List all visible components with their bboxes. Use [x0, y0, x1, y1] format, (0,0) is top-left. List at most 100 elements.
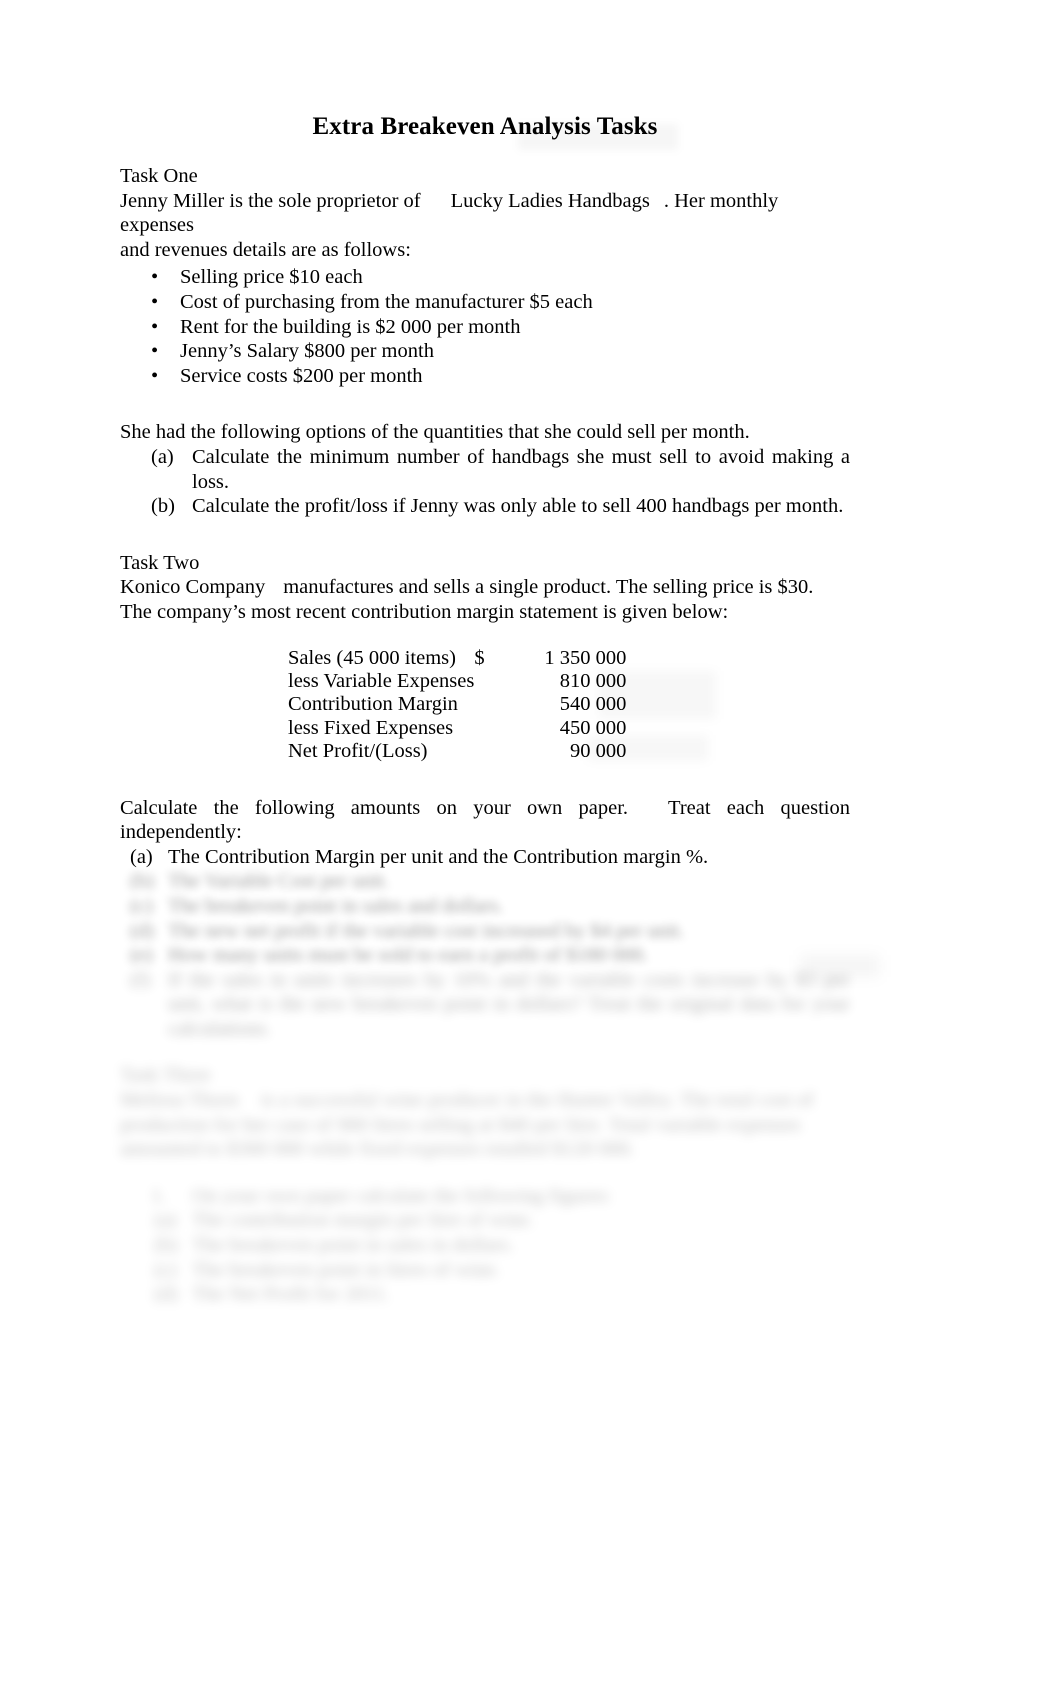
list-item: (c) The breakeven point in litres of win…	[120, 1258, 850, 1283]
statement-row-currency	[474, 717, 508, 740]
list-item-marker: (e)	[130, 944, 153, 967]
task-two-instruction-part1: Calculate the following amounts on your …	[120, 796, 629, 819]
task-two-intro-line2: The company’s most recent contribution m…	[120, 600, 729, 623]
list-item-label: On your own paper calculate the followin…	[192, 1184, 612, 1207]
list-item-marker: (a)	[130, 845, 153, 868]
bullet-icon: •	[151, 340, 159, 363]
statement-row-amount: 540 000	[559, 693, 627, 716]
page-title-text: Extra Breakeven Analysis Tasks	[312, 113, 658, 140]
task-one-intro-part1: Jenny Miller is the sole proprietor of	[120, 189, 421, 212]
statement-table: Sales (45 000 items) $ 1 350 000 less Va…	[288, 647, 626, 764]
list-item: (f) If the sales in units increases by 1…	[120, 968, 850, 1042]
list-item: (b) Calculate the profit/loss if Jenny w…	[120, 494, 850, 519]
statement-row-label: less Fixed Expenses	[288, 716, 454, 739]
list-item-label: The breakeven point in litres of wine.	[192, 1258, 500, 1281]
list-item: (d) The Net Profit for 2011.	[120, 1282, 850, 1307]
page-title: Extra Breakeven Analysis Tasks	[120, 112, 850, 142]
contribution-margin-statement: Sales (45 000 items) $ 1 350 000 less Va…	[120, 647, 850, 764]
task-three-section: Task Three Melissa Thorn is a successful …	[120, 1063, 850, 1306]
document-page: Extra Breakeven Analysis Tasks Task One …	[0, 0, 1062, 1691]
list-item-marker: (d)	[154, 1283, 178, 1306]
task-two-section: Task Two Konico Company manufactures and …	[120, 551, 850, 1042]
task-two-heading: Task Two	[120, 551, 200, 574]
list-item-label: The Variable Cost per unit.	[168, 870, 390, 893]
statement-row-amount: 90 000	[569, 740, 627, 763]
list-item: 1. On your own paper calculate the follo…	[120, 1184, 850, 1209]
list-item-label: Calculate the profit/loss if Jenny was o…	[192, 495, 844, 518]
list-item-marker: (a)	[154, 1209, 177, 1232]
list-item-marker: (b)	[154, 1234, 178, 1257]
list-item-marker: 1.	[151, 1184, 167, 1207]
task-three-intro-line1: Melissa Thorn is a successful wine produc…	[120, 1088, 850, 1113]
statement-row-currency	[474, 670, 508, 693]
list-item: • Selling price $10 each	[120, 265, 850, 290]
list-item-label: The breakeven point in sales in dollars.	[192, 1234, 514, 1257]
table-row: Net Profit/(Loss) 90 000	[288, 740, 626, 763]
task-two-intro-part2: manufactures and sells a single product.…	[283, 576, 814, 599]
task-one-options-line: She had the following options of the qua…	[120, 421, 750, 444]
task-three-question-list: 1. On your own paper calculate the follo…	[120, 1184, 850, 1307]
list-item: (c) The breakeven point in sales and dol…	[120, 894, 850, 919]
list-item-label: Rent for the building is $2 000 per mont…	[180, 315, 521, 338]
task-one-question-list: (a) Calculate the minimum number of hand…	[120, 445, 850, 519]
list-item-label: The contribution margin per litre of win…	[192, 1209, 534, 1232]
table-row: Sales (45 000 items) $ 1 350 000	[288, 647, 626, 670]
list-item: • Cost of purchasing from the manufactur…	[120, 290, 850, 315]
list-item-label: Cost of purchasing from the manufacturer…	[180, 290, 593, 313]
list-item: (b) The breakeven point in sales in doll…	[120, 1233, 850, 1258]
list-item-label: Jenny’s Salary $800 per month	[180, 340, 434, 363]
task-one-bullet-list: • Selling price $10 each • Cost of purch…	[120, 265, 850, 388]
bullet-icon: •	[151, 364, 159, 387]
task-three-heading: Task Three	[120, 1064, 211, 1087]
list-item-label: If the sales in units increases by 10% a…	[168, 968, 850, 1040]
bullet-icon: •	[151, 315, 159, 338]
table-row: less Fixed Expenses 450 000	[288, 717, 626, 740]
list-item-marker: (b)	[130, 870, 154, 893]
list-item-label: How many units must be sold to earn a pr…	[168, 944, 648, 967]
task-two-instruction-line1: Calculate the following amounts on your …	[120, 796, 850, 821]
statement-row-currency	[474, 740, 508, 763]
statement-row-label: less Variable Expenses	[288, 669, 475, 692]
list-item-marker: (d)	[130, 919, 154, 942]
business-name: Lucky Ladies Handbags	[450, 189, 650, 212]
list-item-marker: (c)	[130, 894, 153, 917]
statement-row-amount: 810 000	[559, 669, 627, 692]
producer-name: Melissa Thorn	[120, 1089, 239, 1112]
list-item-label: The Net Profit for 2011.	[192, 1283, 390, 1306]
bullet-icon: •	[151, 290, 159, 313]
task-one-intro-line2: and revenues details are as follows:	[120, 238, 411, 261]
list-item: (d) The new net profit if the variable c…	[120, 919, 850, 944]
statement-row-amount: 450 000	[559, 716, 627, 739]
list-item-marker: (f)	[130, 968, 151, 991]
statement-row-currency	[474, 693, 508, 716]
list-item: • Rent for the building is $2 000 per mo…	[120, 315, 850, 340]
list-item: (e) How many units must be sold to earn …	[120, 943, 850, 968]
list-item: • Service costs $200 per month	[120, 364, 850, 389]
list-item-marker: (a)	[151, 445, 174, 468]
statement-row-label: Net Profit/(Loss)	[288, 740, 428, 763]
task-two-question-list: (a) The Contribution Margin per unit and…	[120, 845, 850, 1042]
company-name: Konico Company	[120, 576, 266, 599]
statement-row-amount: 1 350 000	[544, 646, 627, 669]
task-three-intro-line2: production for her case of 900 litres se…	[120, 1113, 801, 1136]
list-item-marker: (b)	[151, 495, 175, 518]
list-item: (a) The contribution margin per litre of…	[120, 1208, 850, 1233]
task-three-intro-part2: is a successful wine producer in the Hun…	[260, 1089, 814, 1112]
task-one-section: Task One Jenny Miller is the sole propri…	[120, 164, 850, 519]
list-item-label: Selling price $10 each	[180, 266, 363, 289]
document-body: Extra Breakeven Analysis Tasks Task One …	[120, 112, 850, 1307]
statement-row-label: Sales (45 000 items)	[288, 646, 456, 669]
list-item-label: Calculate the minimum number of handbags…	[192, 445, 850, 493]
list-item: • Jenny’s Salary $800 per month	[120, 339, 850, 364]
list-item-label: The new net profit if the variable cost …	[168, 919, 685, 942]
statement-row-currency: $	[474, 646, 485, 669]
task-two-intro-line1: Konico Company manufactures and sells a s…	[120, 575, 850, 600]
list-item: (b) The Variable Cost per unit.	[120, 869, 850, 894]
list-item-label: The Contribution Margin per unit and the…	[168, 845, 709, 868]
list-item: (a) The Contribution Margin per unit and…	[120, 845, 850, 870]
